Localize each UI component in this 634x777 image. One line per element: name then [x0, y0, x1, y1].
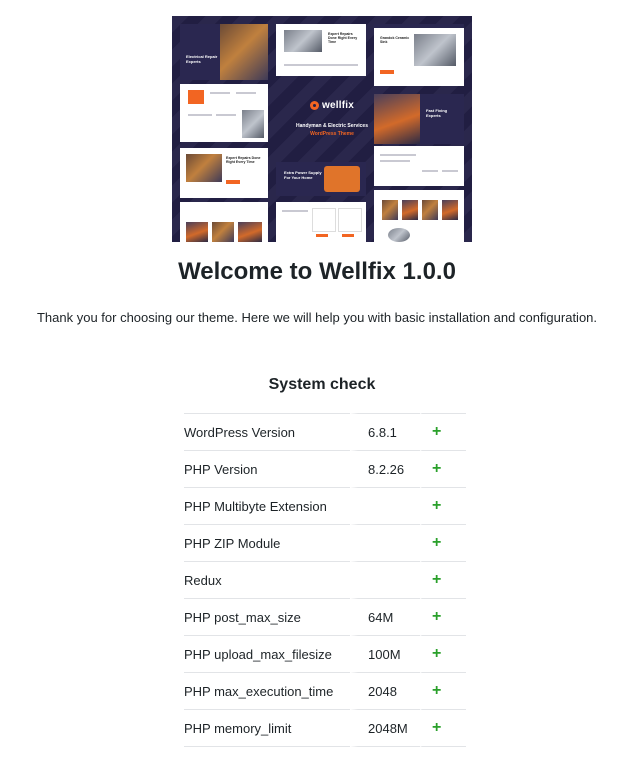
check-status: + [420, 672, 466, 709]
check-passed-icon: + [432, 460, 442, 477]
check-status: + [420, 413, 466, 450]
check-name: PHP Version [184, 450, 350, 487]
preview-tagline: Handyman & Electric Services [296, 123, 368, 129]
check-passed-icon: + [432, 571, 442, 588]
table-row: WordPress Version 6.8.1 + [184, 413, 466, 450]
check-status: + [420, 487, 466, 524]
table-row: PHP memory_limit 2048M + [184, 709, 466, 747]
check-status: + [420, 450, 466, 487]
check-passed-icon: + [432, 682, 442, 699]
preview-card-repairs: Expert Repairs Done Right Every Time [180, 148, 268, 198]
check-name: PHP upload_max_filesize [184, 635, 350, 672]
table-row: PHP upload_max_filesize 100M + [184, 635, 466, 672]
table-row: PHP Multibyte Extension + [184, 487, 466, 524]
preview-card-professional [180, 202, 268, 242]
check-name: WordPress Version [184, 413, 350, 450]
table-row: Redux + [184, 561, 466, 598]
check-value [350, 561, 420, 598]
check-name: PHP max_execution_time [184, 672, 350, 709]
check-value: 6.8.1 [350, 413, 420, 450]
preview-card-power: Extra Power Supply For Your Home [276, 162, 366, 196]
preview-card-stats [276, 202, 366, 242]
check-name: PHP memory_limit [184, 709, 350, 747]
check-value [350, 524, 420, 561]
check-passed-icon: + [432, 423, 442, 440]
preview-card-electrical: Electrical Repair Experts [180, 24, 268, 80]
preview-logo: wellfix Handyman & Electric Services Wor… [284, 100, 380, 137]
check-name: Redux [184, 561, 350, 598]
preview-card-services [180, 84, 268, 142]
table-row: PHP Version 8.2.26 + [184, 450, 466, 487]
brand-name: wellfix [322, 100, 354, 111]
check-status: + [420, 524, 466, 561]
system-check-title: System check [268, 376, 376, 393]
check-passed-icon: + [432, 497, 442, 514]
check-status: + [420, 709, 466, 747]
check-passed-icon: + [432, 719, 442, 736]
check-status: + [420, 598, 466, 635]
preview-tagline-2: WordPress Theme [310, 131, 354, 137]
check-value: 2048 [350, 672, 420, 709]
check-name: PHP post_max_size [184, 598, 350, 635]
preview-card-team [374, 190, 464, 242]
check-value: 64M [350, 598, 420, 635]
wellfix-logo-icon [310, 101, 320, 110]
check-value: 8.2.26 [350, 450, 420, 487]
check-name: PHP ZIP Module [184, 524, 350, 561]
page-subtitle: Thank you for choosing our theme. Here w… [36, 310, 598, 325]
check-name: PHP Multibyte Extension [184, 487, 350, 524]
preview-card-fast-fixing: Fast Fixing Experts [374, 94, 464, 144]
check-value [350, 487, 420, 524]
check-passed-icon: + [432, 645, 442, 662]
check-status: + [420, 561, 466, 598]
check-value: 100M [350, 635, 420, 672]
check-passed-icon: + [432, 608, 442, 625]
preview-card-products: Expert Repairs Done Right Every Time [276, 24, 366, 76]
preview-card-sink: Grandok Ceramic Sink [374, 24, 464, 86]
preview-card-features [374, 146, 464, 186]
check-status: + [420, 635, 466, 672]
check-value: 2048M [350, 709, 420, 747]
table-row: PHP post_max_size 64M + [184, 598, 466, 635]
page-title: Welcome to Wellfix 1.0.0 [178, 258, 456, 285]
table-row: PHP ZIP Module + [184, 524, 466, 561]
check-passed-icon: + [432, 534, 442, 551]
system-check-table: WordPress Version 6.8.1 + PHP Version 8.2.26… [184, 413, 466, 747]
table-row: PHP max_execution_time 2048 + [184, 672, 466, 709]
